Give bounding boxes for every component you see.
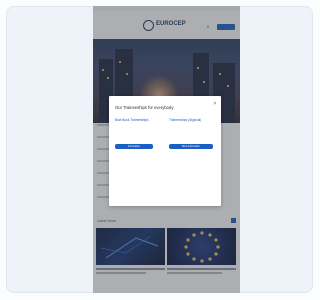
column-heading: Blue Book Traineeships [115,118,149,122]
modal-column-right: Traineeships (Atypical) [169,118,215,122]
traineeships-modal: Our Traineeships for everybody × Blue Bo… [109,96,221,206]
atypical-info-button[interactable]: More information [169,144,213,149]
blue-book-info-button[interactable]: Information [115,144,153,149]
column-heading: Traineeships (Atypical) [169,118,202,122]
close-icon[interactable]: × [212,101,218,107]
modal-column-left: Blue Book Traineeships [115,118,161,122]
modal-title: Our Traineeships for everybody [115,105,174,110]
